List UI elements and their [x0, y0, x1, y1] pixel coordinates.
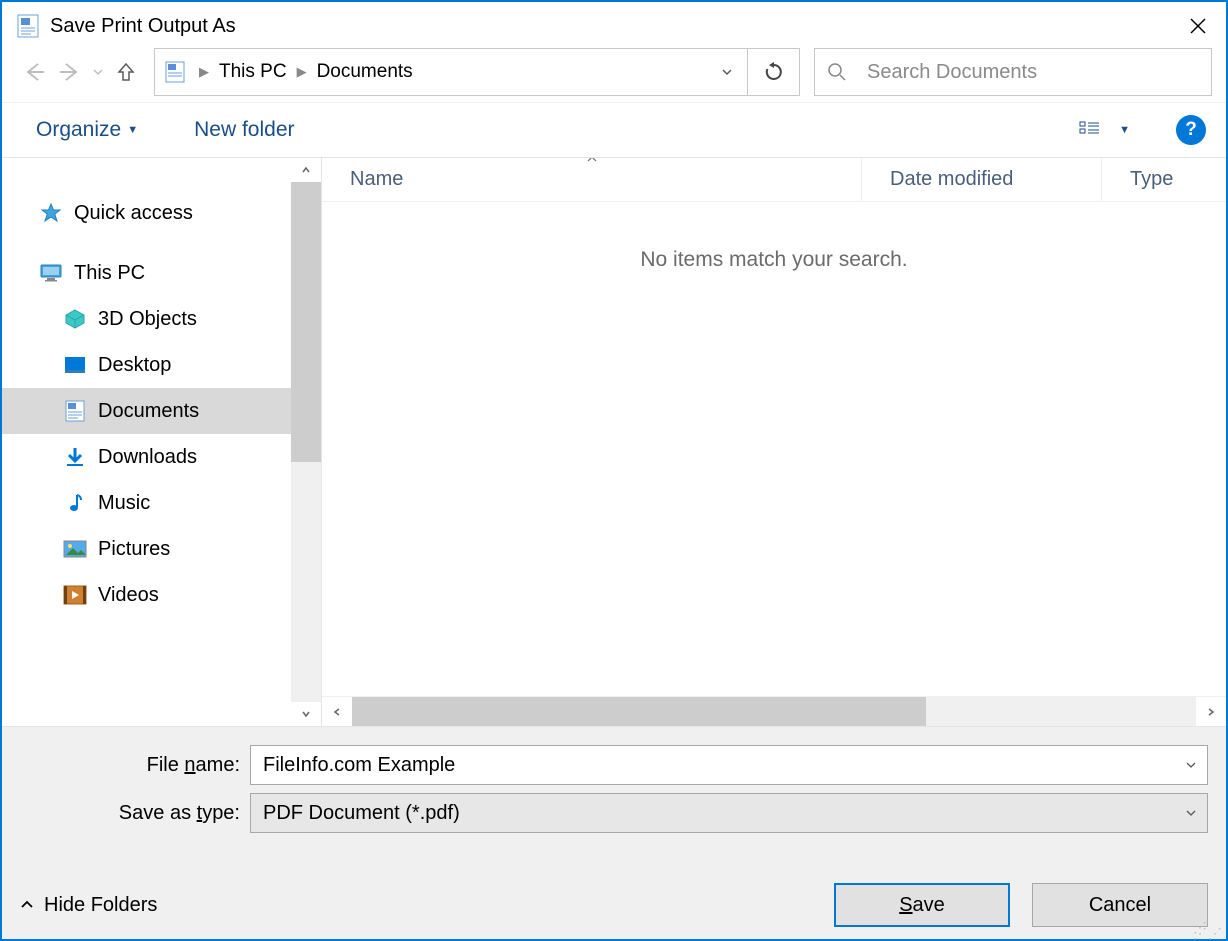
scroll-track[interactable] — [291, 182, 321, 702]
chevron-down-icon: ▼ — [1119, 124, 1130, 136]
close-button[interactable] — [1170, 2, 1226, 50]
column-date-modified[interactable]: Date modified — [862, 158, 1102, 201]
forward-button[interactable] — [52, 54, 88, 90]
scroll-track[interactable] — [352, 697, 1196, 726]
tree-pictures[interactable]: Pictures — [2, 526, 291, 572]
hide-folders-label: Hide Folders — [44, 894, 157, 917]
navigation-tree: Quick access This PC 3D Objects Desktop — [2, 158, 322, 726]
tree-3d-objects[interactable]: 3D Objects — [2, 296, 291, 342]
pictures-icon — [62, 536, 88, 562]
column-label: Date modified — [890, 168, 1013, 191]
tree-item-label: Videos — [98, 584, 159, 607]
cube-icon — [62, 306, 88, 332]
filename-value: FileInfo.com Example — [263, 754, 455, 777]
column-type[interactable]: Type — [1102, 158, 1226, 201]
tree-item-label: This PC — [74, 262, 145, 285]
column-headers: Name Date modified Type — [322, 158, 1226, 202]
resize-grip-icon[interactable]: ⋰⋰⋰ — [1193, 924, 1223, 936]
filename-dropdown-button[interactable] — [1185, 759, 1197, 771]
breadcrumb-this-pc[interactable]: This PC — [213, 49, 293, 95]
organize-menu[interactable]: Organize ▼ — [36, 118, 138, 142]
tree-item-label: Quick access — [74, 202, 193, 225]
breadcrumb-documents[interactable]: Documents — [311, 49, 419, 95]
address-bar[interactable]: ▶ This PC ▶ Documents — [154, 48, 748, 96]
scroll-right-button[interactable] — [1196, 697, 1226, 726]
back-button[interactable] — [16, 54, 52, 90]
tree-music[interactable]: Music — [2, 480, 291, 526]
tree-item-label: Desktop — [98, 354, 171, 377]
column-label: Name — [350, 168, 403, 191]
search-input[interactable] — [865, 60, 1199, 85]
tree-item-label: Documents — [98, 400, 199, 423]
chevron-down-icon: ▼ — [127, 124, 138, 136]
scroll-down-button[interactable] — [291, 702, 321, 726]
document-icon — [16, 14, 40, 38]
tree-item-label: Downloads — [98, 446, 197, 469]
music-icon — [62, 490, 88, 516]
tree-videos[interactable]: Videos — [2, 572, 291, 618]
chevron-up-icon — [20, 899, 34, 911]
new-folder-button[interactable]: New folder — [194, 118, 294, 142]
cancel-button[interactable]: Cancel — [1032, 883, 1208, 927]
scroll-thumb[interactable] — [352, 697, 926, 726]
tree-desktop[interactable]: Desktop — [2, 342, 291, 388]
hide-folders-button[interactable]: Hide Folders — [20, 894, 157, 917]
title-bar: Save Print Output As — [2, 2, 1226, 50]
tree-downloads[interactable]: Downloads — [2, 434, 291, 480]
tree-item-label: Pictures — [98, 538, 170, 561]
bottom-form: File name: FileInfo.com Example Save as … — [2, 727, 1226, 939]
savetype-select[interactable]: PDF Document (*.pdf) — [250, 793, 1208, 833]
filename-input[interactable]: FileInfo.com Example — [250, 745, 1208, 785]
tree-item-label: 3D Objects — [98, 308, 197, 331]
savetype-label: Save as type: — [20, 802, 250, 825]
search-icon — [827, 62, 847, 82]
tree-documents[interactable]: Documents — [2, 388, 291, 434]
location-icon — [155, 49, 195, 95]
savetype-value: PDF Document (*.pdf) — [263, 802, 460, 825]
tree-scrollbar[interactable] — [291, 158, 321, 726]
organize-label: Organize — [36, 118, 121, 142]
tree-this-pc[interactable]: This PC — [2, 250, 291, 296]
scroll-left-button[interactable] — [322, 697, 352, 726]
chevron-down-icon — [1185, 807, 1197, 819]
tree-item-label: Music — [98, 492, 150, 515]
scroll-up-button[interactable] — [291, 158, 321, 182]
save-button[interactable]: Save — [834, 883, 1010, 927]
address-dropdown-button[interactable] — [707, 49, 747, 95]
breadcrumb-separator-icon: ▶ — [195, 64, 213, 80]
column-name[interactable]: Name — [322, 158, 862, 201]
file-list: Name Date modified Type No items match y… — [322, 158, 1226, 726]
filename-label: File name: — [20, 754, 250, 777]
column-label: Type — [1130, 168, 1173, 191]
up-button[interactable] — [108, 54, 144, 90]
view-options-button[interactable]: ▼ — [1079, 120, 1130, 140]
scroll-thumb[interactable] — [291, 182, 321, 462]
star-icon — [38, 200, 64, 226]
breadcrumb-separator-icon: ▶ — [293, 64, 311, 80]
body-split: Quick access This PC 3D Objects Desktop — [2, 158, 1226, 727]
sort-ascending-icon — [586, 158, 598, 163]
new-folder-label: New folder — [194, 118, 294, 142]
desktop-icon — [62, 352, 88, 378]
computer-icon — [38, 260, 64, 286]
document-icon — [62, 398, 88, 424]
recent-locations-button[interactable] — [88, 54, 108, 90]
download-icon — [62, 444, 88, 470]
tree-quick-access[interactable]: Quick access — [2, 190, 291, 236]
empty-message: No items match your search. — [322, 202, 1226, 696]
help-button[interactable]: ? — [1176, 115, 1206, 145]
toolbar: Organize ▼ New folder ▼ ? — [2, 102, 1226, 158]
search-box[interactable] — [814, 48, 1212, 96]
horizontal-scrollbar[interactable] — [322, 696, 1226, 726]
navigation-row: ▶ This PC ▶ Documents — [2, 50, 1226, 102]
window-title: Save Print Output As — [50, 15, 1170, 38]
videos-icon — [62, 582, 88, 608]
refresh-button[interactable] — [748, 48, 800, 96]
